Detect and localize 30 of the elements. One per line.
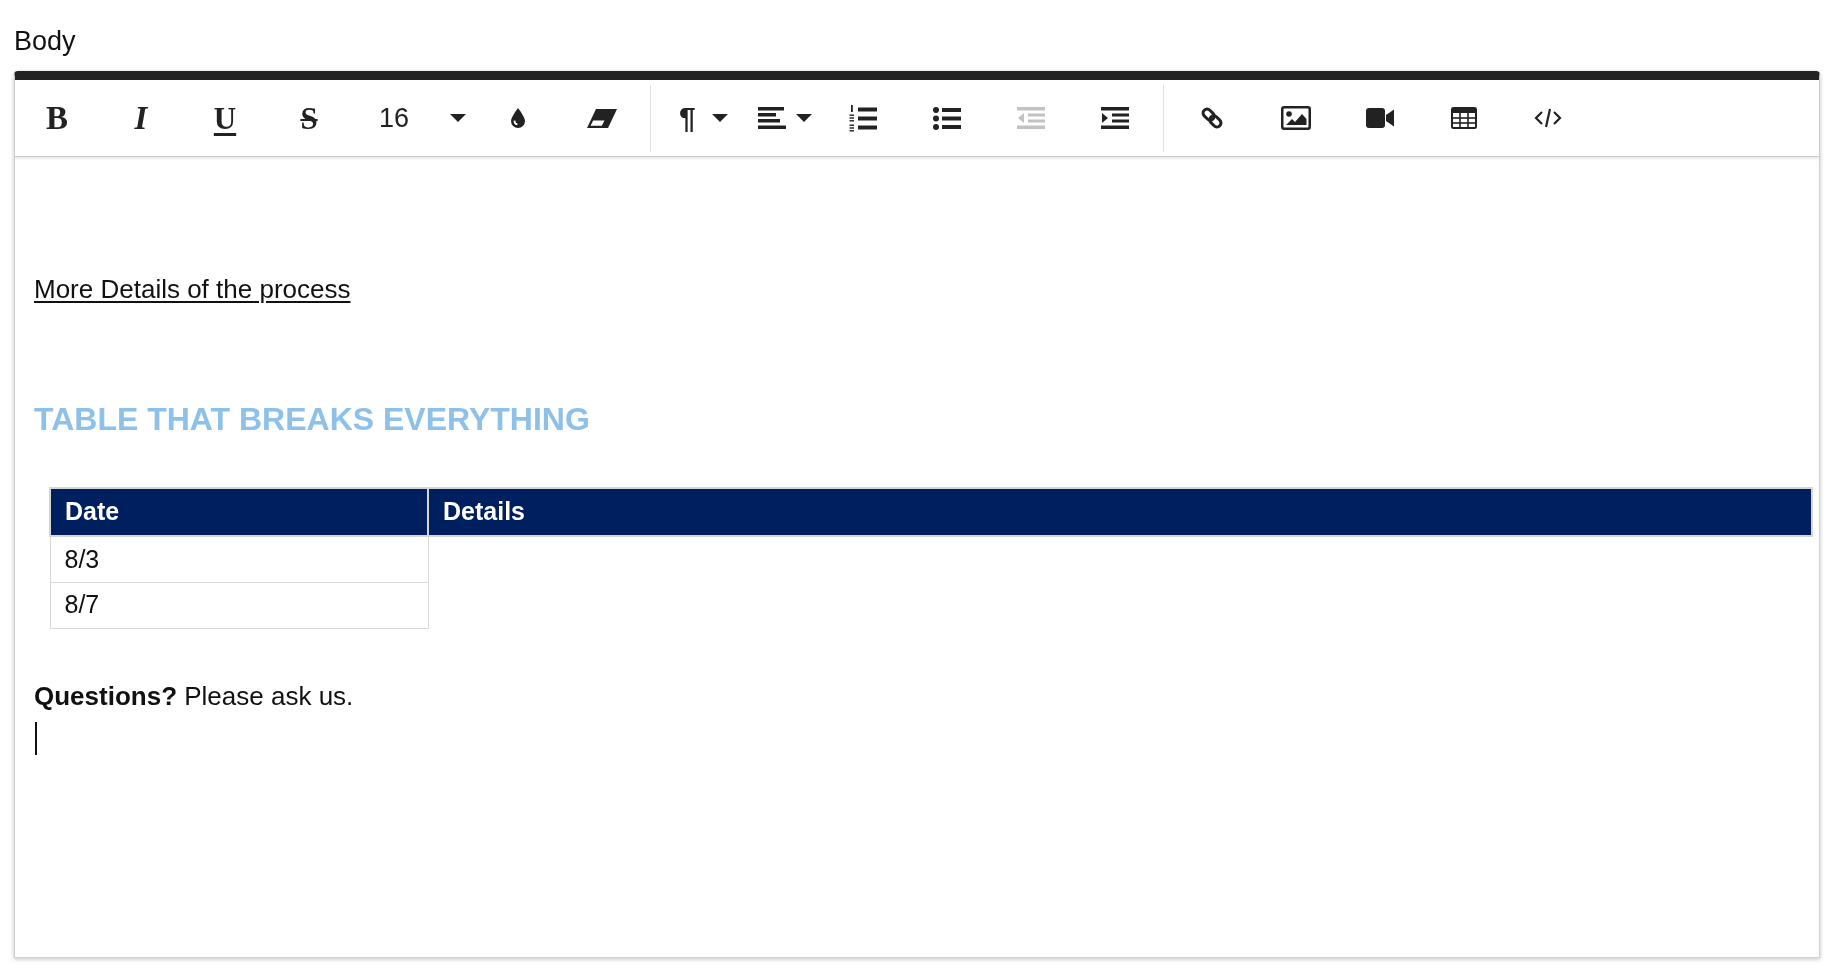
bullet-list-icon xyxy=(933,106,961,130)
link[interactable]: More Details of the process xyxy=(34,271,351,307)
chain-link-icon xyxy=(1199,105,1225,131)
caret-icon xyxy=(450,114,467,122)
indent-icon xyxy=(1101,107,1129,129)
image-icon xyxy=(1281,106,1311,130)
font-size-dropdown[interactable]: 16 xyxy=(375,100,471,136)
field-label: Body xyxy=(14,25,77,57)
video-camera-icon xyxy=(1366,108,1394,128)
section-heading: TABLE THAT BREAKS EVERYTHING xyxy=(34,400,590,439)
caret-icon xyxy=(711,114,728,122)
bold-button[interactable]: B xyxy=(42,97,72,139)
numbered-list-icon xyxy=(849,104,877,132)
text-cursor xyxy=(35,721,37,755)
strikethrough-button[interactable]: S xyxy=(296,98,322,138)
table-cell: 8/7 xyxy=(50,582,428,628)
code-icon xyxy=(1534,108,1562,128)
align-left-icon xyxy=(758,107,786,129)
eraser-icon xyxy=(587,108,617,128)
paragraph: Questions? Please ask us. xyxy=(34,679,354,713)
underline-button[interactable]: U xyxy=(209,98,241,138)
italic-button[interactable]: I xyxy=(130,97,152,139)
table-cell: 8/3 xyxy=(50,536,428,582)
droplet-icon xyxy=(511,108,525,128)
column-header: Details xyxy=(428,488,1812,536)
table-grid-icon xyxy=(1451,107,1477,129)
outdent-icon xyxy=(1017,107,1045,129)
column-header: Date xyxy=(50,488,428,536)
paragraph-style-dropdown[interactable]: ¶ xyxy=(675,99,732,137)
caret-icon xyxy=(796,114,812,122)
